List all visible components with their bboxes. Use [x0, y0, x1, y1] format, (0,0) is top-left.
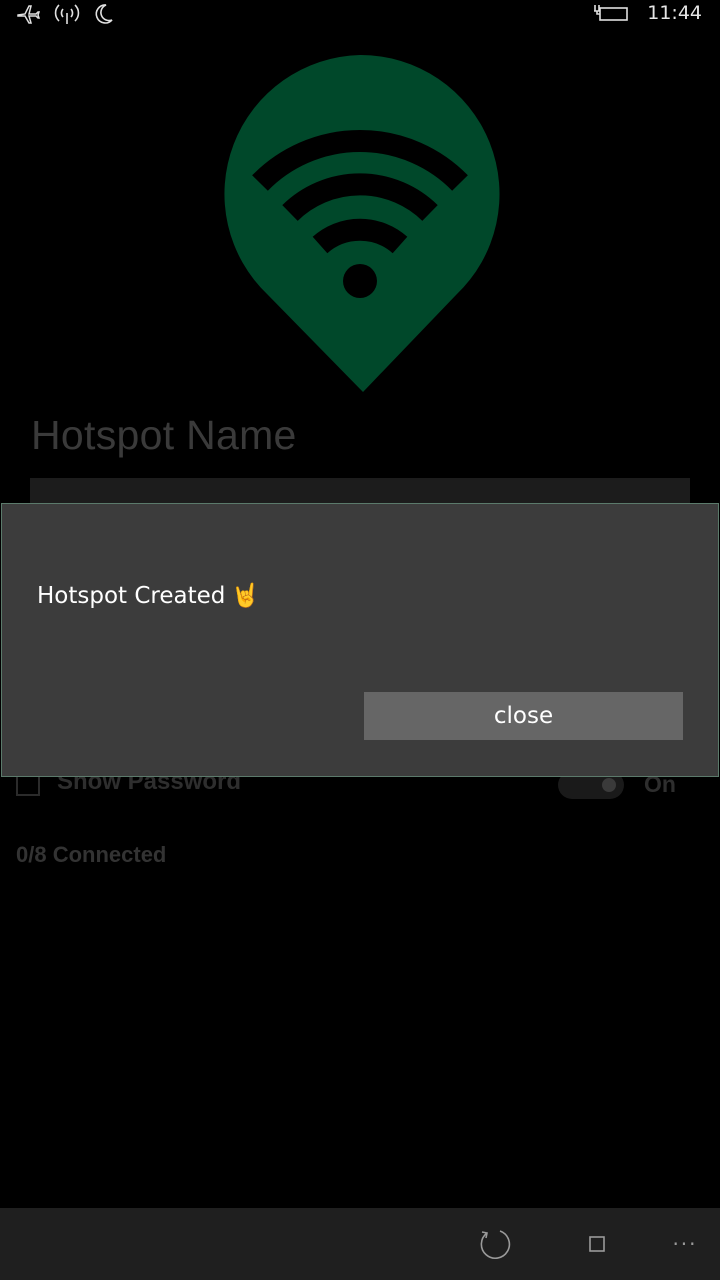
stop-icon	[589, 1236, 605, 1252]
dialog-message: Hotspot Created 🤘	[37, 582, 261, 610]
more-icon: ···	[672, 1232, 698, 1256]
moon-icon	[94, 3, 114, 25]
refresh-button[interactable]	[470, 1208, 520, 1280]
battery-charging-icon	[593, 2, 629, 24]
close-button[interactable]: close	[364, 692, 683, 740]
toggle-knob	[602, 778, 616, 792]
status-bar: 11:44	[0, 0, 720, 32]
stop-button[interactable]	[572, 1208, 622, 1280]
status-right: 11:44	[593, 2, 702, 24]
antenna-icon	[54, 2, 80, 26]
airplane-icon	[16, 2, 40, 26]
status-clock: 11:44	[647, 2, 702, 24]
app-bar: ···	[0, 1208, 720, 1280]
message-dialog: Hotspot Created 🤘 close	[1, 503, 719, 777]
rock-hand-emoji-icon: 🤘	[231, 583, 261, 609]
hotspot-name-placeholder: Hotspot Name	[31, 412, 297, 458]
status-left-icons	[16, 2, 114, 26]
dialog-message-text: Hotspot Created	[37, 582, 226, 609]
connected-count: 0/8 Connected	[16, 842, 167, 867]
more-button[interactable]: ···	[660, 1208, 710, 1280]
hotspot-logo-icon	[220, 54, 500, 395]
refresh-icon	[480, 1230, 511, 1259]
